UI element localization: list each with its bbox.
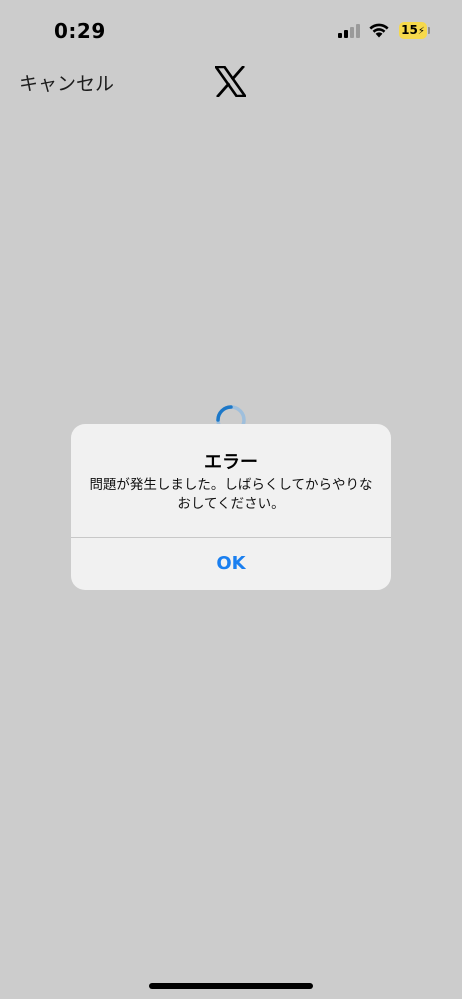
cellular-signal-icon xyxy=(338,24,360,38)
battery-level: 15 xyxy=(401,23,418,37)
ok-button[interactable]: OK xyxy=(71,538,391,590)
status-bar: 0:29 15⚡ xyxy=(0,0,462,60)
error-alert-dialog: エラー 問題が発生しました。しばらくしてからやりなおしてください。 OK xyxy=(71,424,391,590)
alert-message: 問題が発生しました。しばらくしてからやりなおしてください。 xyxy=(89,477,373,512)
home-indicator[interactable] xyxy=(149,983,313,989)
battery-nub xyxy=(428,27,430,34)
status-time: 0:29 xyxy=(54,19,106,43)
battery-icon: 15⚡ xyxy=(399,22,427,39)
alert-title: エラー xyxy=(204,452,258,473)
cancel-button[interactable]: キャンセル xyxy=(19,69,114,96)
x-logo-icon xyxy=(215,66,246,97)
wifi-icon xyxy=(369,23,389,38)
